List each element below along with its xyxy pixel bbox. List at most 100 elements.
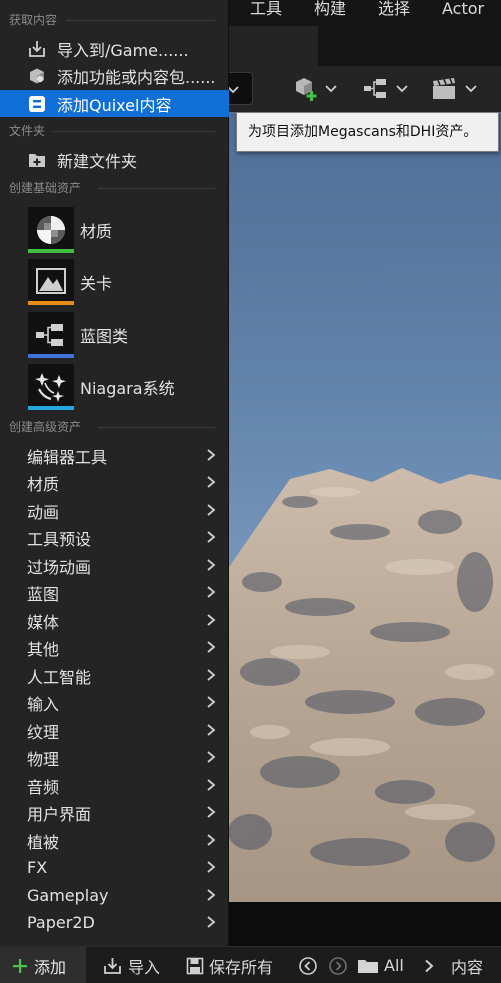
basic-asset-niagara-system[interactable]: Niagara系统	[0, 362, 229, 412]
menu-item-label: 添加Quixel内容	[57, 95, 172, 115]
back-arrow-icon	[299, 956, 317, 975]
save-all-button[interactable]: 保存所有	[186, 947, 273, 983]
path-separator[interactable]	[423, 947, 435, 983]
chevron-right-icon	[207, 916, 216, 928]
plus-icon	[13, 958, 27, 973]
quixel-icon	[27, 94, 47, 114]
forward-arrow-icon	[329, 956, 347, 975]
chevron-right-icon	[207, 834, 216, 846]
material-color-bar	[28, 249, 74, 253]
blueprint-graph-icon	[364, 79, 386, 98]
chevron-right-icon	[207, 751, 216, 763]
bottom-toolbar: 添加 导入 保存所有 All 内容	[0, 946, 501, 983]
path-all-label: All	[384, 956, 404, 975]
menu-actor[interactable]: Actor	[442, 0, 484, 20]
blueprint-color-bar	[28, 354, 74, 358]
path-content-label: 内容	[451, 957, 484, 977]
section-header-get-content: 获取内容	[0, 9, 229, 31]
path-all-crumb[interactable]: All	[357, 947, 404, 983]
import-button[interactable]: 导入	[103, 947, 160, 983]
menu-build[interactable]: 构建	[314, 0, 346, 20]
submenu-editor-tools[interactable]: 编辑器工具	[0, 442, 229, 469]
path-content-crumb[interactable]: 内容	[451, 947, 483, 983]
menu-item-label: 新建文件夹	[57, 151, 138, 171]
material-icon	[28, 207, 74, 253]
chevron-down-icon	[396, 85, 408, 93]
submenu-tool-presets[interactable]: 工具预设	[0, 524, 229, 551]
submenu-animation[interactable]: 动画	[0, 497, 229, 524]
submenu-media[interactable]: 媒体	[0, 607, 229, 634]
submenu-gameplay[interactable]: Gameplay	[0, 882, 229, 909]
blueprint-toolbar-button[interactable]	[362, 74, 408, 104]
clapperboard-icon	[433, 78, 455, 99]
submenu-texture[interactable]: 纹理	[0, 717, 229, 744]
level-color-bar	[28, 301, 74, 305]
submenu-user-interface[interactable]: 用户界面	[0, 799, 229, 826]
chevron-right-icon	[207, 806, 216, 818]
section-header-folder: 文件夹	[0, 120, 229, 142]
basic-asset-level[interactable]: 关卡	[0, 257, 229, 307]
submenu-paper2d[interactable]: Paper2D	[0, 909, 229, 936]
tile-label: Niagara系统	[80, 379, 175, 398]
chevron-right-icon	[207, 559, 216, 571]
basic-asset-material[interactable]: 材质	[0, 205, 229, 255]
menu-select[interactable]: 选择	[378, 0, 410, 20]
chevron-right-icon	[425, 959, 434, 972]
submenu-input[interactable]: 输入	[0, 689, 229, 716]
add-button[interactable]: 添加	[0, 947, 86, 983]
menu-item-add-quixel[interactable]: 添加Quixel内容	[0, 90, 229, 117]
submenu-artificial-intelligence[interactable]: 人工智能	[0, 662, 229, 689]
submenu-physics[interactable]: 物理	[0, 744, 229, 771]
level-tab[interactable]	[225, 26, 318, 66]
submenu-foliage[interactable]: 植被	[0, 827, 229, 854]
mode-dropdown[interactable]	[225, 72, 253, 105]
feature-pack-icon	[27, 66, 47, 86]
history-forward-button[interactable]	[328, 947, 348, 983]
chevron-right-icon	[207, 614, 216, 626]
chevron-right-icon	[207, 889, 216, 901]
chevron-right-icon	[207, 641, 216, 653]
import-icon	[27, 39, 47, 59]
tile-label: 蓝图类	[80, 327, 129, 346]
submenu-material[interactable]: 材质	[0, 469, 229, 496]
chevron-right-icon	[207, 504, 216, 516]
submenu-audio[interactable]: 音频	[0, 772, 229, 799]
import-icon	[104, 957, 121, 974]
tooltip: 为项目添加Megascans和DHI资产。	[236, 112, 499, 152]
chevron-right-icon	[207, 779, 216, 791]
menu-item-label: 导入到/Game......	[57, 40, 189, 60]
chevron-right-icon	[207, 476, 216, 488]
tile-label: 材质	[80, 222, 113, 241]
new-folder-icon	[27, 150, 47, 170]
save-icon	[186, 957, 204, 974]
import-button-label: 导入	[128, 957, 161, 977]
chevron-right-icon	[207, 586, 216, 598]
history-back-button[interactable]	[298, 947, 318, 983]
folder-icon	[358, 959, 378, 973]
niagara-icon	[28, 364, 74, 410]
chevron-down-icon	[325, 85, 337, 93]
cinematics-toolbar-button[interactable]	[431, 74, 477, 104]
menu-item-label: 添加功能或内容包......	[57, 67, 216, 87]
menu-item-add-feature-pack[interactable]: 添加功能或内容包......	[0, 62, 229, 89]
chevron-right-icon	[207, 696, 216, 708]
chevron-down-icon	[465, 85, 477, 93]
basic-asset-blueprint-class[interactable]: 蓝图类	[0, 310, 229, 360]
chevron-right-icon	[207, 669, 216, 681]
submenu-cinematics[interactable]: 过场动画	[0, 552, 229, 579]
blueprint-icon	[28, 312, 74, 358]
chevron-right-icon	[207, 861, 216, 873]
submenu-fx[interactable]: FX	[0, 854, 229, 881]
add-actor-toolbar-button[interactable]	[293, 74, 337, 104]
chevron-right-icon	[207, 724, 216, 736]
menu-item-import-to-game[interactable]: 导入到/Game......	[0, 35, 229, 62]
add-button-label: 添加	[34, 957, 67, 977]
menu-item-new-folder[interactable]: 新建文件夹	[0, 146, 229, 173]
section-header-basic-assets: 创建基础资产	[0, 177, 229, 199]
submenu-blueprint[interactable]: 蓝图	[0, 579, 229, 606]
save-all-label: 保存所有	[209, 957, 274, 977]
add-dropdown-menu: 获取内容 导入到/Game...... 添加功能或内容包...... 添加Qui…	[0, 0, 229, 946]
menu-tools[interactable]: 工具	[250, 0, 282, 20]
chevron-right-icon	[207, 449, 216, 461]
submenu-miscellaneous[interactable]: 其他	[0, 634, 229, 661]
